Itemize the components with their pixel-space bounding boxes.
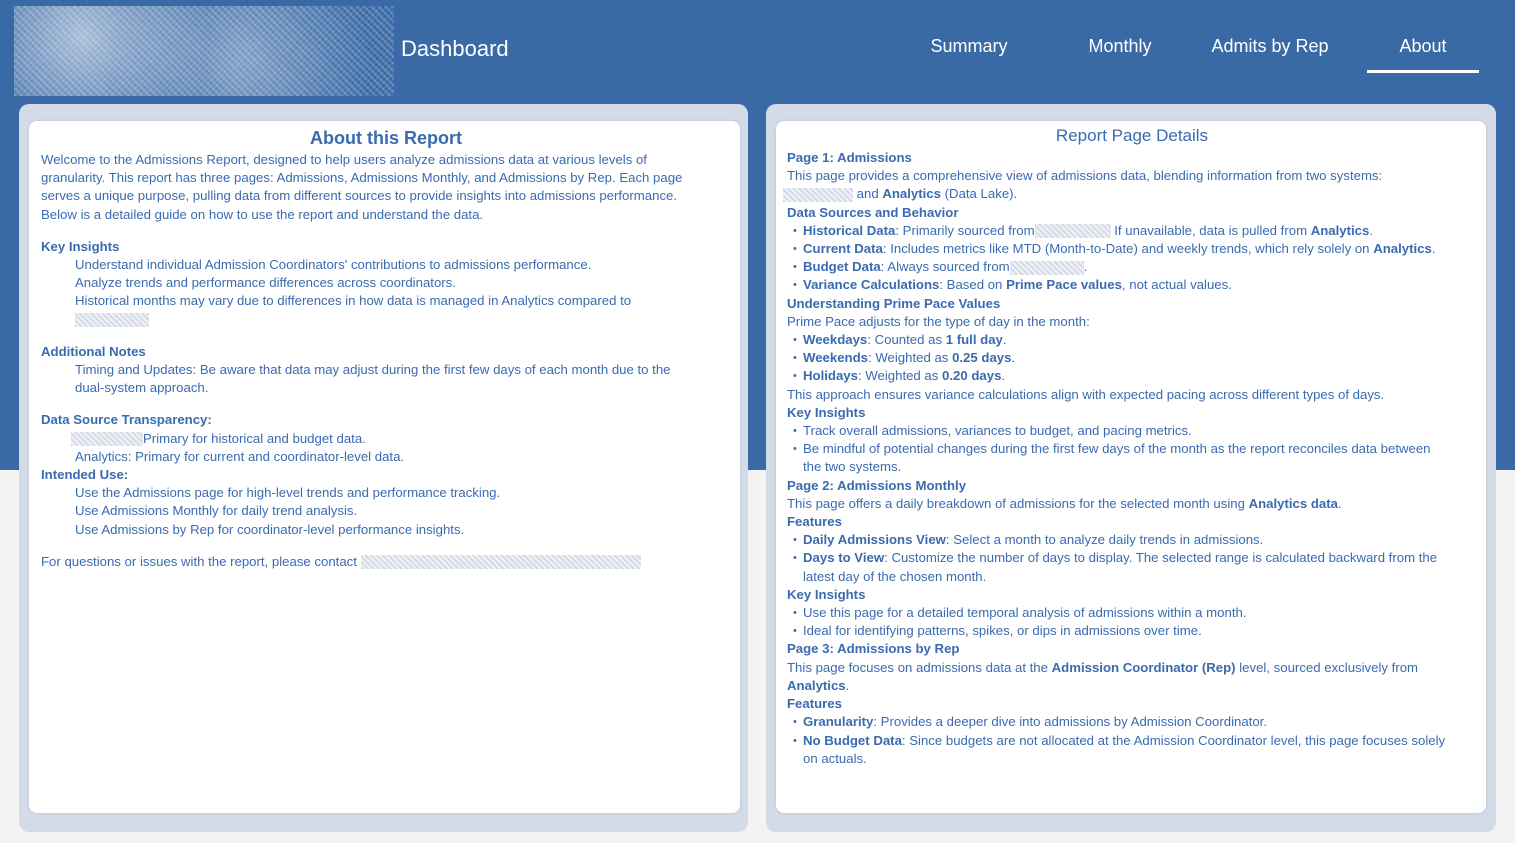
intended-use-item: Use Admissions Monthly for daily trend a… xyxy=(75,503,358,519)
transparency-item: Analytics: Primary for current and coord… xyxy=(75,448,405,464)
redacted-text xyxy=(783,187,853,202)
no-budget-data-item: No Budget Data: Since budgets are not al… xyxy=(787,732,1477,750)
key-insight-item: Historical months may vary due to differ… xyxy=(75,293,632,309)
days-to-view-item: Days to View: Customize the number of da… xyxy=(787,549,1477,567)
prime-pace-intro: Prime Pace adjusts for the type of day i… xyxy=(787,313,1090,329)
key-insights-heading: Key Insights xyxy=(787,586,866,602)
redacted-text xyxy=(1034,224,1111,239)
granularity-item: Granularity: Provides a deeper dive into… xyxy=(787,713,1477,731)
about-report-content: About this Report Welcome to the Admissi… xyxy=(41,127,731,571)
features-heading: Features xyxy=(787,514,842,530)
key-insight-item: Use this page for a detailed temporal an… xyxy=(787,604,1477,622)
historical-data-item: Historical Data: Primarily sourced from … xyxy=(787,222,1477,240)
intro-line: Welcome to the Admissions Report, design… xyxy=(41,152,647,167)
page-details-content: Report Page Details Page 1: Admissions T… xyxy=(783,125,1477,768)
transparency-heading: Data Source Transparency: xyxy=(41,412,212,428)
contact-line: For questions or issues with the report,… xyxy=(41,553,731,571)
intended-use-item: Use the Admissions page for high-level t… xyxy=(75,485,501,501)
intended-use-item: Use Admissions by Rep for coordinator-le… xyxy=(75,521,465,537)
intended-use-heading: Intended Use: xyxy=(41,467,129,483)
redacted-text xyxy=(75,313,149,328)
nav-admits-by-rep[interactable]: Admits by Rep xyxy=(1200,36,1340,57)
page3-intro-cont: Analytics. xyxy=(787,677,850,693)
transparency-item: Primary for historical and budget data. xyxy=(41,430,731,448)
page1-intro-2: and Analytics (Data Lake). xyxy=(783,185,1477,203)
page-details-title: Report Page Details xyxy=(1055,126,1209,145)
prime-pace-heading: Understanding Prime Pace Values xyxy=(787,295,1001,311)
prime-pace-outro: This approach ensures variance calculati… xyxy=(787,386,1385,402)
key-insight-item: Understand individual Admission Coordina… xyxy=(75,257,592,273)
nav-summary[interactable]: Summary xyxy=(905,36,1033,57)
transparency-text: Primary for historical and budget data. xyxy=(143,430,366,446)
features-heading: Features xyxy=(787,696,842,712)
key-insight-item: Track overall admissions, variances to b… xyxy=(787,422,1477,440)
no-budget-data-cont: on actuals. xyxy=(803,750,867,766)
key-insight-item: Be mindful of potential changes during t… xyxy=(787,440,1477,458)
current-data-item: Current Data: Includes metrics like MTD … xyxy=(787,240,1477,258)
additional-notes-heading: Additional Notes xyxy=(41,343,146,359)
note-line: Timing and Updates: Be aware that data m… xyxy=(75,362,671,378)
weekends-item: Weekends: Weighted as 0.25 days. xyxy=(787,349,1477,367)
key-insight-item: Ideal for identifying patterns, spikes, … xyxy=(787,622,1477,640)
variance-item: Variance Calculations: Based on Prime Pa… xyxy=(787,276,1477,294)
holidays-item: Holidays: Weighted as 0.20 days. xyxy=(787,367,1477,385)
budget-data-item: Budget Data: Always sourced from. xyxy=(787,258,1477,276)
about-report-title: About this Report xyxy=(310,128,462,148)
key-insights-heading: Key Insights xyxy=(787,404,866,420)
page2-heading: Page 2: Admissions Monthly xyxy=(787,477,967,493)
intro-line: granularity. This report has three pages… xyxy=(41,170,683,186)
data-sources-heading: Data Sources and Behavior xyxy=(787,204,959,220)
intro-line: serves a unique purpose, pulling data fr… xyxy=(41,188,678,204)
company-logo xyxy=(14,6,394,96)
page2-intro: This page offers a daily breakdown of ad… xyxy=(787,495,1342,511)
app-title: Dashboard xyxy=(401,36,509,61)
key-insight-item: Analyze trends and performance differenc… xyxy=(75,275,456,291)
intro-line: Below is a detailed guide on how to use … xyxy=(41,206,484,222)
note-line: dual-system approach. xyxy=(75,380,209,396)
key-insights-heading: Key Insights xyxy=(41,238,120,254)
key-insight-item-cont: the two systems. xyxy=(803,459,902,475)
daily-admissions-view-item: Daily Admissions View: Select a month to… xyxy=(787,531,1477,549)
nav-about[interactable]: About xyxy=(1367,36,1479,57)
page3-heading: Page 3: Admissions by Rep xyxy=(787,641,960,657)
page3-intro: This page focuses on admissions data at … xyxy=(787,659,1419,675)
redacted-text xyxy=(1009,260,1084,275)
redacted-line xyxy=(41,311,731,329)
weekdays-item: Weekdays: Counted as 1 full day. xyxy=(787,331,1477,349)
page1-intro: This page provides a comprehensive view … xyxy=(787,168,1383,184)
redacted-contact xyxy=(360,555,641,570)
redacted-text xyxy=(71,432,143,447)
page1-heading: Page 1: Admissions xyxy=(787,150,912,165)
contact-text: For questions or issues with the report,… xyxy=(41,553,357,569)
nav-monthly[interactable]: Monthly xyxy=(1055,36,1185,57)
days-to-view-cont: latest day of the chosen month. xyxy=(803,568,987,584)
active-tab-indicator xyxy=(1367,70,1479,73)
